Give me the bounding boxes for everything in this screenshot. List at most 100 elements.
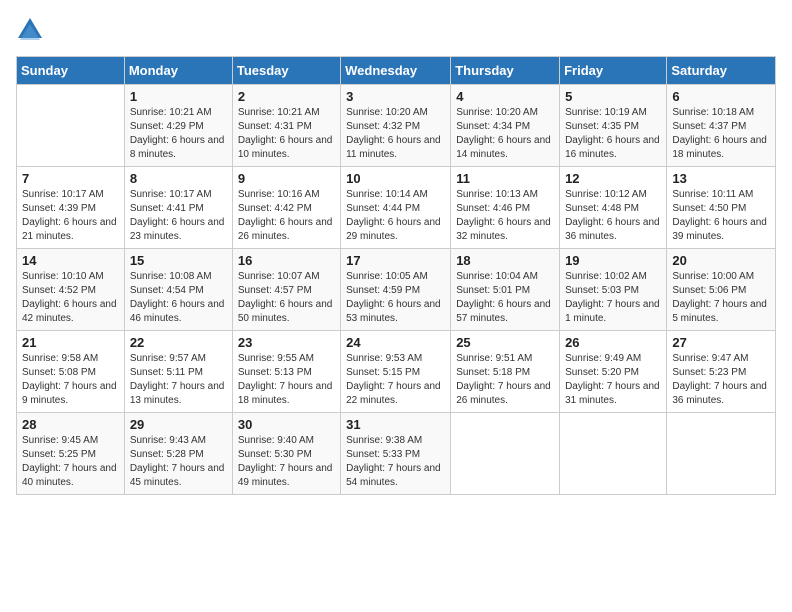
day-number: 10 <box>346 171 445 186</box>
day-info: Sunrise: 9:51 AMSunset: 5:18 PMDaylight:… <box>456 352 554 408</box>
weekday-header-saturday: Saturday <box>667 57 776 85</box>
calendar-cell: 16 Sunrise: 10:07 AMSunset: 4:57 PMDaylig… <box>232 249 340 331</box>
day-number: 12 <box>565 171 661 186</box>
day-number: 4 <box>456 89 554 104</box>
calendar-cell: 21 Sunrise: 9:58 AMSunset: 5:08 PMDayligh… <box>17 331 125 413</box>
day-info: Sunrise: 10:07 AMSunset: 4:57 PMDaylight… <box>238 270 335 326</box>
weekday-header-friday: Friday <box>560 57 667 85</box>
calendar-cell: 25 Sunrise: 9:51 AMSunset: 5:18 PMDayligh… <box>451 331 560 413</box>
day-info: Sunrise: 10:17 AMSunset: 4:41 PMDaylight… <box>130 188 227 244</box>
day-number: 24 <box>346 335 445 350</box>
day-info: Sunrise: 10:17 AMSunset: 4:39 PMDaylight… <box>22 188 119 244</box>
calendar-cell <box>17 85 125 167</box>
page-header <box>16 16 776 44</box>
day-number: 1 <box>130 89 227 104</box>
calendar-week-2: 7 Sunrise: 10:17 AMSunset: 4:39 PMDayligh… <box>17 167 776 249</box>
day-number: 6 <box>672 89 770 104</box>
weekday-header-wednesday: Wednesday <box>341 57 451 85</box>
day-number: 27 <box>672 335 770 350</box>
calendar-cell: 8 Sunrise: 10:17 AMSunset: 4:41 PMDayligh… <box>124 167 232 249</box>
calendar-cell: 6 Sunrise: 10:18 AMSunset: 4:37 PMDayligh… <box>667 85 776 167</box>
calendar-cell <box>667 413 776 495</box>
calendar-week-4: 21 Sunrise: 9:58 AMSunset: 5:08 PMDayligh… <box>17 331 776 413</box>
calendar-cell: 4 Sunrise: 10:20 AMSunset: 4:34 PMDayligh… <box>451 85 560 167</box>
day-number: 7 <box>22 171 119 186</box>
day-number: 3 <box>346 89 445 104</box>
calendar-week-3: 14 Sunrise: 10:10 AMSunset: 4:52 PMDaylig… <box>17 249 776 331</box>
calendar-cell: 14 Sunrise: 10:10 AMSunset: 4:52 PMDaylig… <box>17 249 125 331</box>
calendar-cell: 13 Sunrise: 10:11 AMSunset: 4:50 PMDaylig… <box>667 167 776 249</box>
day-number: 17 <box>346 253 445 268</box>
calendar-cell <box>560 413 667 495</box>
day-number: 15 <box>130 253 227 268</box>
day-info: Sunrise: 10:21 AMSunset: 4:29 PMDaylight… <box>130 106 227 162</box>
calendar-cell: 22 Sunrise: 9:57 AMSunset: 5:11 PMDayligh… <box>124 331 232 413</box>
day-info: Sunrise: 9:43 AMSunset: 5:28 PMDaylight:… <box>130 434 227 490</box>
day-info: Sunrise: 9:47 AMSunset: 5:23 PMDaylight:… <box>672 352 770 408</box>
day-info: Sunrise: 10:11 AMSunset: 4:50 PMDaylight… <box>672 188 770 244</box>
calendar-cell: 30Sunrise: 9:40 AMSunset: 5:30 PMDayligh… <box>232 413 340 495</box>
day-info: Sunrise: 10:00 AMSunset: 5:06 PMDaylight… <box>672 270 770 326</box>
day-number: 22 <box>130 335 227 350</box>
day-number: 29 <box>130 417 227 432</box>
day-info: Sunrise: 10:12 AMSunset: 4:48 PMDaylight… <box>565 188 661 244</box>
weekday-header-tuesday: Tuesday <box>232 57 340 85</box>
day-info: Sunrise: 10:14 AMSunset: 4:44 PMDaylight… <box>346 188 445 244</box>
calendar-cell: 24Sunrise: 9:53 AMSunset: 5:15 PMDayligh… <box>341 331 451 413</box>
day-number: 31 <box>346 417 445 432</box>
day-info: Sunrise: 10:20 AMSunset: 4:32 PMDaylight… <box>346 106 445 162</box>
day-info: Sunrise: 10:18 AMSunset: 4:37 PMDaylight… <box>672 106 770 162</box>
calendar-cell: 17 Sunrise: 10:05 AMSunset: 4:59 PMDaylig… <box>341 249 451 331</box>
calendar-week-1: 1 Sunrise: 10:21 AMSunset: 4:29 PMDayligh… <box>17 85 776 167</box>
day-number: 28 <box>22 417 119 432</box>
day-info: Sunrise: 9:49 AMSunset: 5:20 PMDaylight:… <box>565 352 661 408</box>
calendar-cell: 10 Sunrise: 10:14 AMSunset: 4:44 PMDaylig… <box>341 167 451 249</box>
day-info: Sunrise: 10:19 AMSunset: 4:35 PMDaylight… <box>565 106 661 162</box>
day-number: 14 <box>22 253 119 268</box>
day-number: 13 <box>672 171 770 186</box>
day-info: Sunrise: 9:38 AMSunset: 5:33 PMDaylight:… <box>346 434 445 490</box>
day-number: 30 <box>238 417 335 432</box>
day-info: Sunrise: 9:45 AMSunset: 5:25 PMDaylight:… <box>22 434 119 490</box>
day-number: 19 <box>565 253 661 268</box>
day-info: Sunrise: 10:10 AMSunset: 4:52 PMDaylight… <box>22 270 119 326</box>
calendar-cell: 18 Sunrise: 10:04 AMSunset: 5:01 PMDaylig… <box>451 249 560 331</box>
day-number: 25 <box>456 335 554 350</box>
calendar-week-5: 28 Sunrise: 9:45 AMSunset: 5:25 PMDayligh… <box>17 413 776 495</box>
calendar-cell: 23 Sunrise: 9:55 AMSunset: 5:13 PMDayligh… <box>232 331 340 413</box>
day-info: Sunrise: 10:20 AMSunset: 4:34 PMDaylight… <box>456 106 554 162</box>
calendar-cell: 28 Sunrise: 9:45 AMSunset: 5:25 PMDayligh… <box>17 413 125 495</box>
calendar-cell: 3 Sunrise: 10:20 AMSunset: 4:32 PMDayligh… <box>341 85 451 167</box>
day-info: Sunrise: 10:02 AMSunset: 5:03 PMDaylight… <box>565 270 661 326</box>
calendar-cell: 27 Sunrise: 9:47 AMSunset: 5:23 PMDayligh… <box>667 331 776 413</box>
day-number: 11 <box>456 171 554 186</box>
calendar-cell: 11 Sunrise: 10:13 AMSunset: 4:46 PMDaylig… <box>451 167 560 249</box>
calendar-cell: 2Sunrise: 10:21 AMSunset: 4:31 PMDayligh… <box>232 85 340 167</box>
day-number: 16 <box>238 253 335 268</box>
calendar-cell <box>451 413 560 495</box>
day-number: 18 <box>456 253 554 268</box>
day-info: Sunrise: 9:57 AMSunset: 5:11 PMDaylight:… <box>130 352 227 408</box>
calendar-cell: 26Sunrise: 9:49 AMSunset: 5:20 PMDayligh… <box>560 331 667 413</box>
logo-icon <box>16 16 44 44</box>
day-number: 21 <box>22 335 119 350</box>
day-number: 23 <box>238 335 335 350</box>
calendar-cell: 1 Sunrise: 10:21 AMSunset: 4:29 PMDayligh… <box>124 85 232 167</box>
day-number: 2 <box>238 89 335 104</box>
day-info: Sunrise: 10:05 AMSunset: 4:59 PMDaylight… <box>346 270 445 326</box>
calendar-body: 1 Sunrise: 10:21 AMSunset: 4:29 PMDayligh… <box>17 85 776 495</box>
day-number: 8 <box>130 171 227 186</box>
day-info: Sunrise: 10:04 AMSunset: 5:01 PMDaylight… <box>456 270 554 326</box>
day-number: 5 <box>565 89 661 104</box>
day-info: Sunrise: 10:08 AMSunset: 4:54 PMDaylight… <box>130 270 227 326</box>
day-info: Sunrise: 9:58 AMSunset: 5:08 PMDaylight:… <box>22 352 119 408</box>
day-info: Sunrise: 10:16 AMSunset: 4:42 PMDaylight… <box>238 188 335 244</box>
logo <box>16 16 46 44</box>
calendar-cell: 19 Sunrise: 10:02 AMSunset: 5:03 PMDaylig… <box>560 249 667 331</box>
weekday-header-row: SundayMondayTuesdayWednesdayThursdayFrid… <box>17 57 776 85</box>
calendar-cell: 20Sunrise: 10:00 AMSunset: 5:06 PMDaylig… <box>667 249 776 331</box>
day-info: Sunrise: 9:55 AMSunset: 5:13 PMDaylight:… <box>238 352 335 408</box>
day-info: Sunrise: 10:13 AMSunset: 4:46 PMDaylight… <box>456 188 554 244</box>
calendar-cell: 31 Sunrise: 9:38 AMSunset: 5:33 PMDayligh… <box>341 413 451 495</box>
weekday-header-sunday: Sunday <box>17 57 125 85</box>
